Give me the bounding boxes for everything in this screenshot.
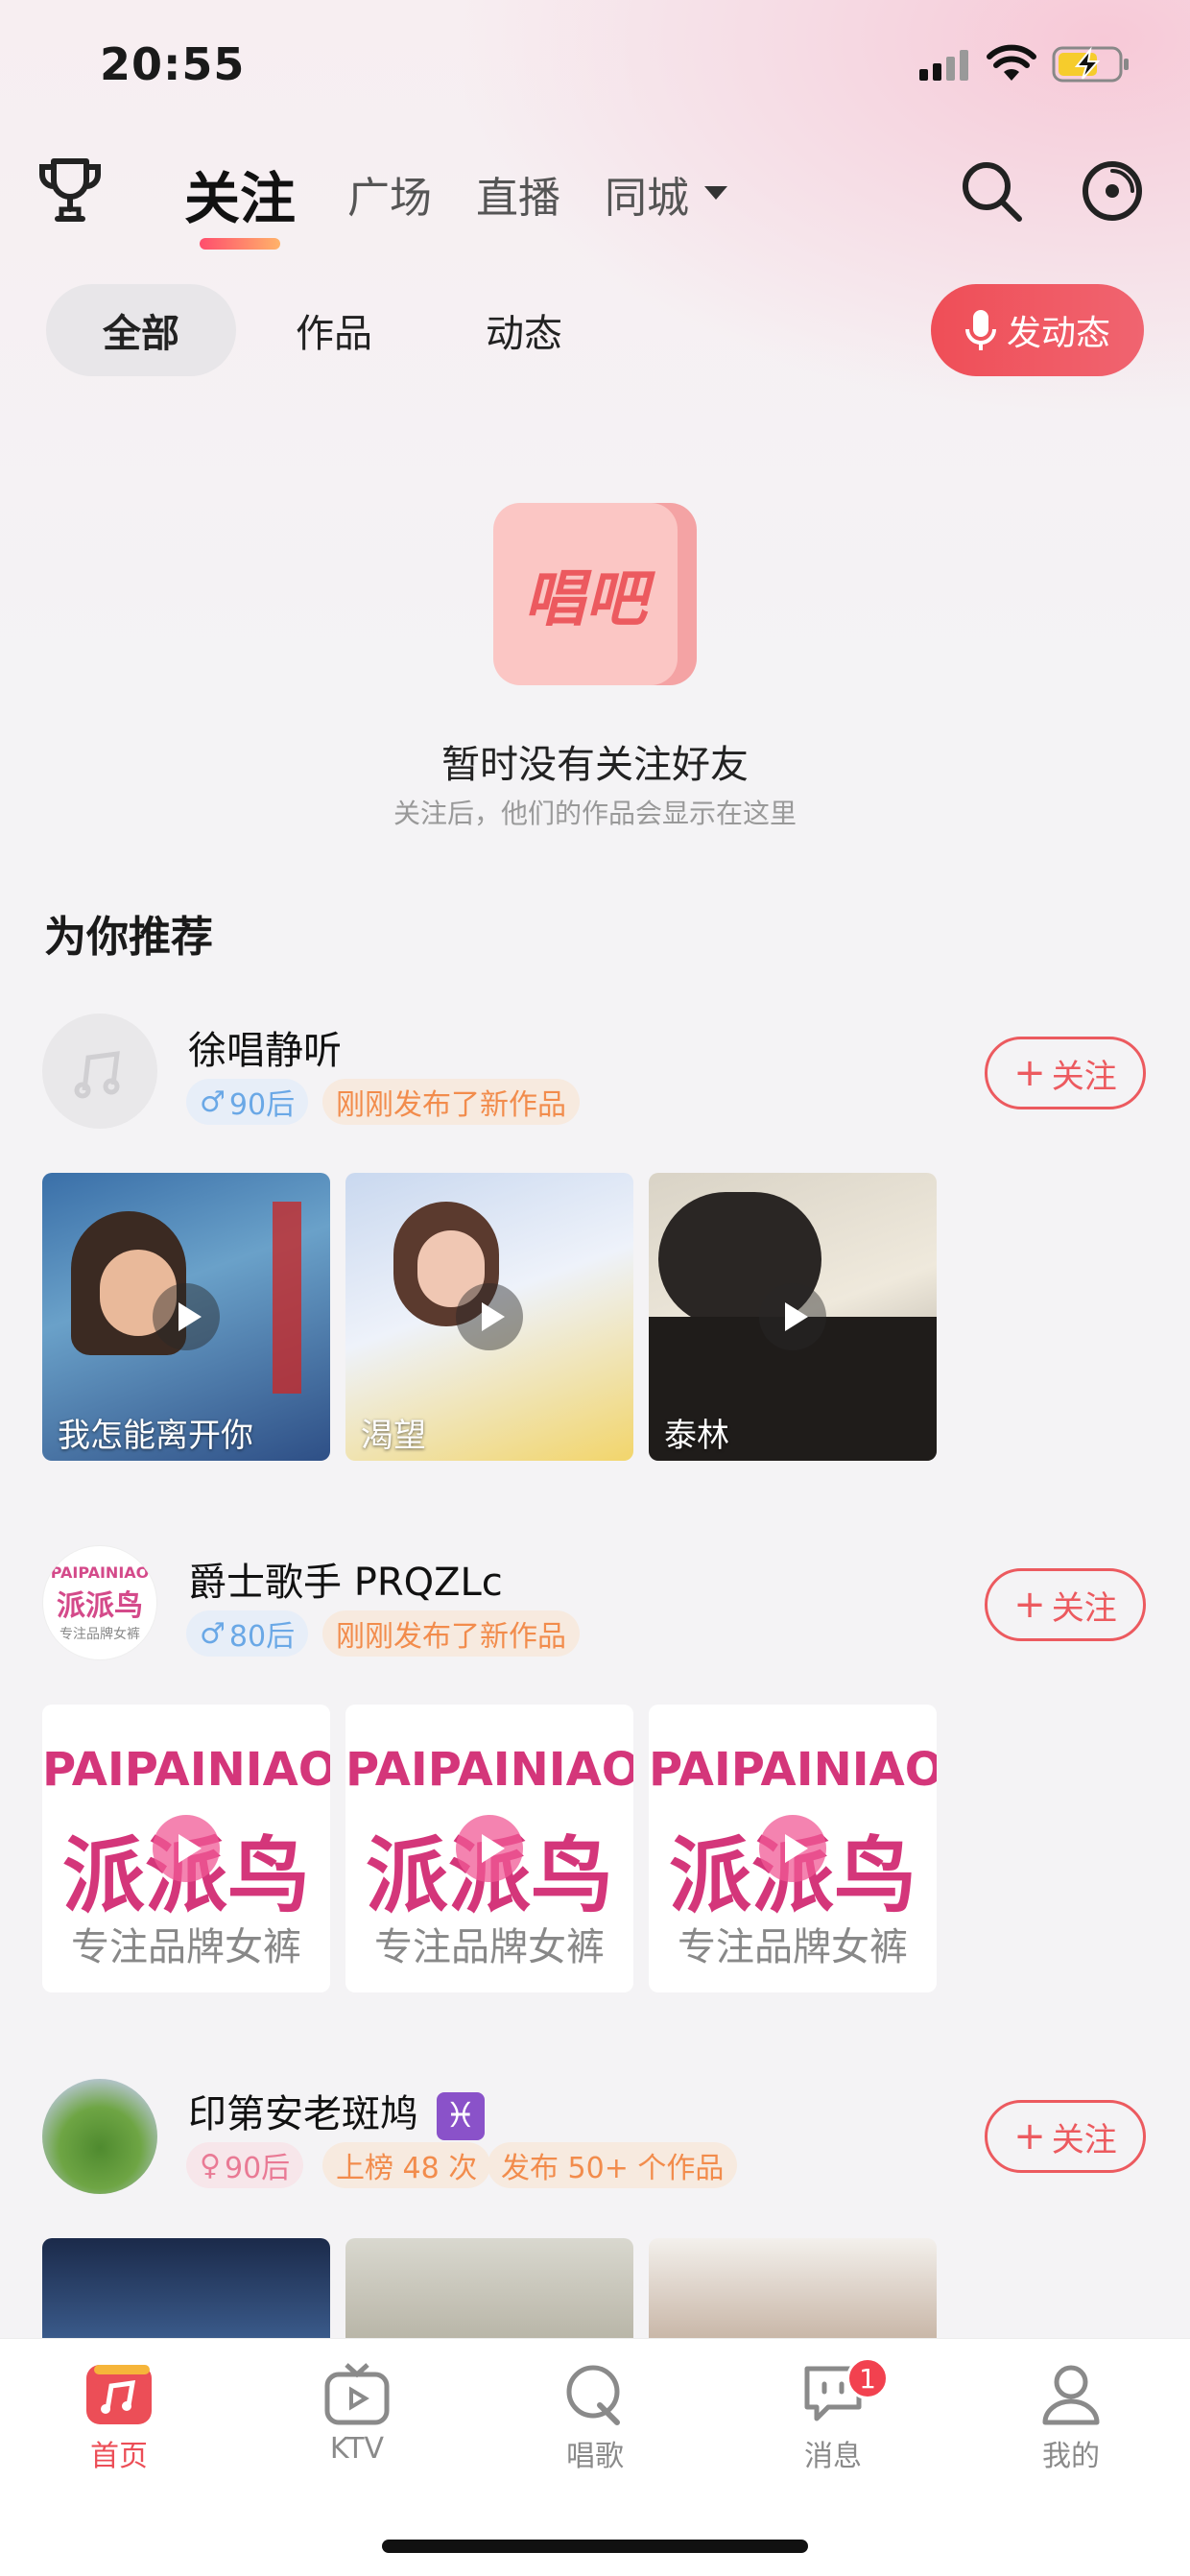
work-thumbnail[interactable]: [42, 2238, 330, 2338]
trophy-icon[interactable]: [36, 155, 104, 227]
work-title: 我怎能离开你: [58, 1417, 253, 1455]
logo-text: 唱吧: [524, 564, 647, 635]
work-thumbnail[interactable]: PAIPAINIAO 派派鸟 专注品牌女裤: [345, 1705, 633, 1992]
follow-label: 关注: [1051, 2120, 1117, 2159]
recommend-title: 为你推荐: [44, 913, 213, 962]
work-thumbnail[interactable]: [345, 2238, 633, 2338]
follow-label: 关注: [1051, 1588, 1117, 1628]
play-icon[interactable]: [153, 1815, 220, 1882]
tab-square[interactable]: 广场: [347, 163, 432, 225]
tab-nearby[interactable]: 同城: [605, 163, 689, 225]
filter-moments[interactable]: 动态: [447, 284, 601, 376]
tab-sing-label: 唱歌: [566, 2440, 624, 2473]
brand-text: PAIPAINIAO: [649, 1743, 937, 1797]
plus-icon: +: [1013, 2114, 1046, 2159]
user-icon: [1042, 2365, 1100, 2425]
tab-ktv[interactable]: KTV: [280, 2363, 434, 2466]
music-disc-icon[interactable]: [1081, 159, 1144, 223]
brand-text: PAIPAINIAO: [42, 1743, 330, 1797]
work-thumbnail[interactable]: 渴望: [345, 1173, 633, 1461]
male-icon: ♂: [200, 1616, 226, 1651]
avatar-brand-text: 专注品牌女裤: [60, 1626, 140, 1642]
home-music-icon: [86, 2365, 152, 2424]
tab-home[interactable]: 首页: [42, 2363, 196, 2474]
chevron-down-icon[interactable]: [704, 186, 727, 200]
play-icon[interactable]: [153, 1283, 220, 1350]
active-tab-indicator: [200, 238, 280, 250]
age-tag: ♂ 90后: [186, 1079, 309, 1125]
cellular-signal-icon: [919, 50, 968, 81]
status-time: 20:55: [100, 38, 246, 90]
changba-logo: 唱吧: [493, 503, 697, 685]
filter-all[interactable]: 全部: [46, 284, 236, 376]
post-moment-label: 发动态: [1006, 314, 1110, 353]
age-tag: ♂ 80后: [186, 1610, 309, 1657]
post-moment-button[interactable]: 发动态: [931, 284, 1144, 376]
tab-me[interactable]: 我的: [994, 2363, 1148, 2474]
work-thumbnail[interactable]: 泰林: [649, 1173, 937, 1461]
user-name[interactable]: 印第安老斑鸠 ♓: [188, 2083, 485, 2140]
male-icon: ♂: [200, 1085, 226, 1119]
avatar-brand-text: 派派鸟: [57, 1588, 143, 1623]
user-name-text: 印第安老斑鸠: [188, 2092, 418, 2136]
female-icon: ♀: [200, 2148, 221, 2182]
work-thumbnail[interactable]: 我怎能离开你: [42, 1173, 330, 1461]
unread-badge: 1: [846, 2357, 889, 2399]
work-title: 泰林: [664, 1417, 729, 1455]
works-count-tag: 发布 50+ 个作品: [488, 2142, 738, 2188]
empty-title: 暂时没有关注好友: [441, 743, 749, 787]
avatar[interactable]: [42, 2079, 157, 2194]
play-icon[interactable]: [759, 1815, 826, 1882]
age-tag: ♀ 90后: [186, 2142, 304, 2188]
follow-label: 关注: [1051, 1057, 1117, 1096]
tab-me-label: 我的: [1042, 2440, 1100, 2473]
avatar[interactable]: PAIPAINIAO 派派鸟 专注品牌女裤: [42, 1545, 157, 1660]
filter-works[interactable]: 作品: [257, 284, 411, 376]
plus-icon: +: [1013, 1583, 1046, 1627]
chart-tag: 上榜 48 次: [322, 2142, 491, 2188]
brand-text: 专注品牌女裤: [71, 1925, 301, 1969]
play-icon[interactable]: [456, 1815, 523, 1882]
follow-button[interactable]: + 关注: [985, 1568, 1146, 1641]
work-thumbnail[interactable]: [649, 2238, 937, 2338]
tab-messages-label: 消息: [804, 2440, 862, 2473]
microphone-icon: [566, 2365, 620, 2425]
tab-home-label: 首页: [90, 2440, 148, 2473]
wifi-icon: [987, 44, 1036, 81]
user-name[interactable]: 徐唱静听: [188, 1019, 342, 1075]
brand-text: 专注品牌女裤: [374, 1925, 605, 1969]
brand-text: 专注品牌女裤: [678, 1925, 908, 1969]
activity-tag: 刚刚发布了新作品: [322, 1610, 580, 1657]
avatar[interactable]: [42, 1014, 157, 1129]
play-icon[interactable]: [759, 1283, 826, 1350]
tab-sing[interactable]: 唱歌: [518, 2363, 672, 2474]
work-thumbnail[interactable]: PAIPAINIAO 派派鸟 专注品牌女裤: [42, 1705, 330, 1992]
plus-icon: +: [1013, 1051, 1046, 1095]
avatar-brand-text: PAIPAINIAO: [50, 1562, 150, 1582]
age-tag-label: 80后: [228, 1620, 296, 1654]
tv-icon: [324, 2363, 390, 2425]
tab-following[interactable]: 关注: [184, 154, 296, 234]
home-indicator: [382, 2540, 808, 2553]
work-title: 渴望: [361, 1417, 426, 1455]
empty-subtitle: 关注后，他们的作品会显示在这里: [393, 798, 797, 829]
activity-tag: 刚刚发布了新作品: [322, 1079, 580, 1125]
age-tag-label: 90后: [228, 1088, 296, 1122]
tab-ktv-label: KTV: [329, 2432, 385, 2466]
work-thumbnail[interactable]: PAIPAINIAO 派派鸟 专注品牌女裤: [649, 1705, 937, 1992]
search-icon[interactable]: [960, 159, 1023, 223]
play-icon[interactable]: [456, 1283, 523, 1350]
age-tag-label: 90后: [224, 2152, 291, 2185]
music-note-icon: [74, 1051, 120, 1099]
brand-text: PAIPAINIAO: [345, 1743, 633, 1797]
user-name[interactable]: 爵士歌手 PRQZLc: [188, 1551, 503, 1607]
battery-charging-icon: [1052, 46, 1129, 83]
tab-live[interactable]: 直播: [476, 163, 560, 225]
follow-button[interactable]: + 关注: [985, 2100, 1146, 2173]
pisces-icon: ♓: [436, 2092, 485, 2140]
microphone-icon: [964, 310, 996, 350]
follow-button[interactable]: + 关注: [985, 1037, 1146, 1109]
